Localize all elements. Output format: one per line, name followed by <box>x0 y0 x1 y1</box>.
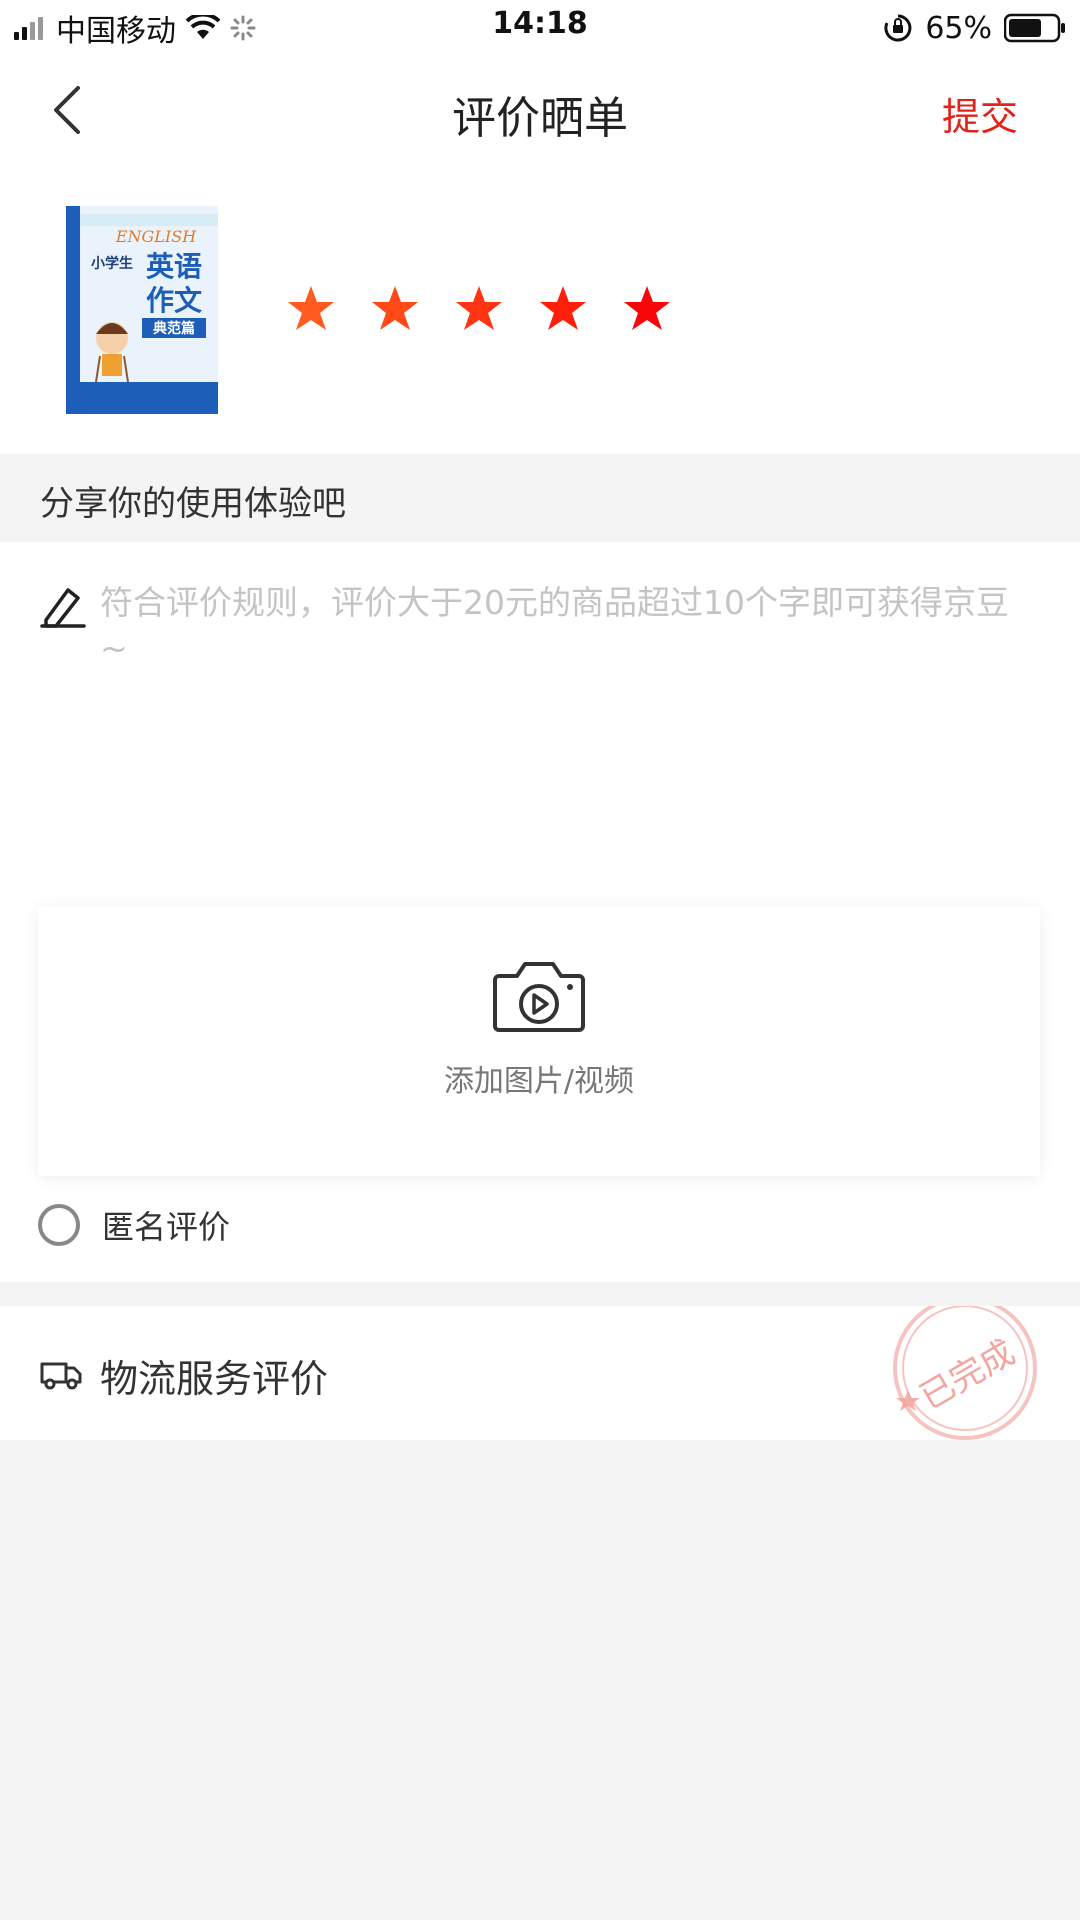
camera-video-icon <box>493 962 585 1032</box>
logistics-label: 物流服务评价 <box>100 1357 329 1401</box>
star-icon-1[interactable] <box>286 284 336 334</box>
battery-icon <box>1004 13 1065 43</box>
book-cover-line1: 小学生 <box>91 255 133 272</box>
stamp-text: 已完成 <box>913 1332 1021 1418</box>
rotation-lock-icon <box>884 14 912 42</box>
share-section-header: 分享你的使用体验吧 <box>0 454 1080 542</box>
book-cover-line4: 典范篇 <box>153 320 195 337</box>
completed-stamp: 已完成 <box>893 1306 1037 1440</box>
battery-percent: 65% <box>925 10 992 46</box>
anonymous-label: 匿名评价 <box>102 1208 231 1246</box>
submit-button[interactable]: 提交 <box>942 86 1018 141</box>
status-bar: 中国移动 14:18 65% <box>0 0 1080 56</box>
add-media-label: 添加图片/视频 <box>443 1064 635 1099</box>
anonymous-radio[interactable] <box>38 1204 80 1246</box>
product-thumbnail[interactable]: ENGLISH 小学生 英语 作文 典范篇 <box>66 206 218 414</box>
book-cover-line3: 作文 <box>146 284 202 317</box>
product-rating-section: ENGLISH 小学生 英语 作文 典范篇 <box>0 166 1080 454</box>
logistics-rating-row[interactable]: 物流服务评价 已完成 <box>0 1306 1080 1440</box>
status-right: 65% <box>883 8 1066 48</box>
review-input-placeholder[interactable]: 符合评价规则，评价大于20元的商品超过10个字即可获得京豆~ <box>100 580 1020 672</box>
nav-bar: 评价晒单 提交 <box>0 56 1080 166</box>
add-media-button[interactable]: 添加图片/视频 <box>38 906 1040 1176</box>
review-editor[interactable]: 符合评价规则，评价大于20元的商品超过10个字即可获得京豆~ 添加图片/视频 匿… <box>0 542 1080 1282</box>
star-icon-2[interactable] <box>370 284 420 334</box>
truck-icon <box>40 1362 82 1390</box>
share-title: 分享你的使用体验吧 <box>40 484 346 524</box>
book-cover-line2: 英语 <box>146 250 202 283</box>
page-title: 评价晒单 <box>452 93 628 144</box>
star-icon-5[interactable] <box>622 284 672 334</box>
anonymous-toggle[interactable]: 匿名评价 <box>38 1202 230 1248</box>
star-icon-3[interactable] <box>454 284 504 334</box>
rating-stars <box>286 284 672 334</box>
app-root: 中国移动 14:18 65% 评价晒单 提交 ENGLISH 小学生 英语 作文… <box>0 0 1080 1920</box>
star-icon-4[interactable] <box>538 284 588 334</box>
book-cover-top-text: ENGLISH <box>115 227 197 246</box>
edit-pen-icon <box>40 588 86 628</box>
